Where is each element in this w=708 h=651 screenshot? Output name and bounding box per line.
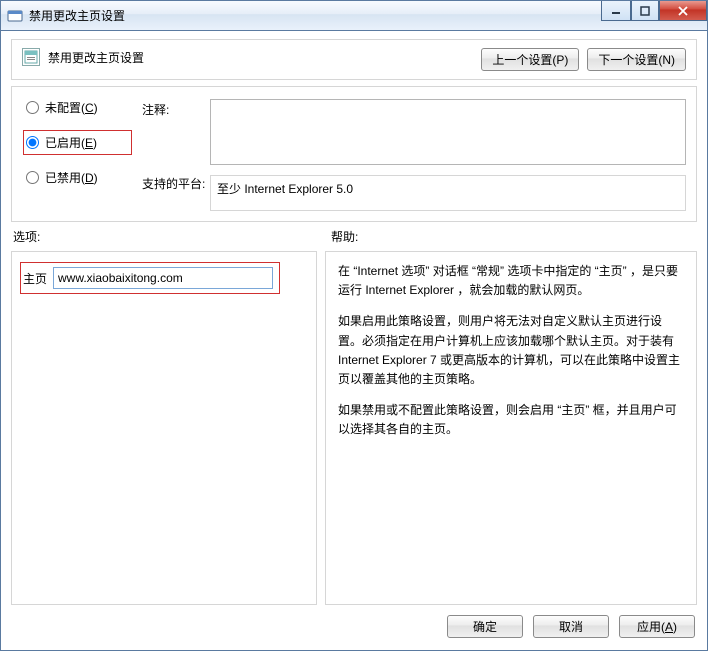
apply-label: 应用(A) <box>637 618 677 635</box>
nav-buttons: 上一个设置(P) 下一个设置(N) <box>481 48 686 71</box>
help-p1: 在 “Internet 选项” 对话框 “常规” 选项卡中指定的 “主页” ，是… <box>338 262 684 300</box>
header-left: 禁用更改主页设置 <box>22 48 144 66</box>
dialog-window: 禁用更改主页设置 禁用更改主页设置 上一个设置(P) 下一 <box>0 0 708 651</box>
header-panel: 禁用更改主页设置 上一个设置(P) 下一个设置(N) <box>11 39 697 80</box>
config-panel: 未配置(C) 已启用(E) 已禁用(D) 注释: <box>11 86 697 222</box>
window-controls <box>601 1 707 21</box>
minimize-icon <box>611 6 621 16</box>
policy-title: 禁用更改主页设置 <box>48 49 144 66</box>
prev-setting-label: 上一个设置(P) <box>492 51 568 68</box>
radio-not-configured[interactable]: 未配置(C) <box>26 99 132 116</box>
platform-value: 至少 Internet Explorer 5.0 <box>210 175 686 211</box>
section-labels: 选项: 帮助: <box>11 228 697 245</box>
next-setting-label: 下一个设置(N) <box>598 51 675 68</box>
radio-enabled-label: 已启用(E) <box>45 134 97 151</box>
highlight-enabled: 已启用(E) <box>23 130 132 155</box>
footer: 确定 取消 应用(A) <box>11 611 697 640</box>
close-icon <box>677 6 689 16</box>
policy-icon <box>22 48 40 66</box>
radio-group: 未配置(C) 已启用(E) 已禁用(D) <box>22 99 132 211</box>
comment-textarea[interactable] <box>210 99 686 165</box>
prev-setting-button[interactable]: 上一个设置(P) <box>481 48 579 71</box>
platform-row: 支持的平台: 至少 Internet Explorer 5.0 <box>142 175 686 211</box>
radio-not-configured-label: 未配置(C) <box>45 99 98 116</box>
highlight-homepage: 主页 <box>20 262 280 294</box>
options-label: 选项: <box>11 228 321 245</box>
radio-enabled-input[interactable] <box>26 136 39 149</box>
radio-not-configured-input[interactable] <box>26 101 39 114</box>
window-title: 禁用更改主页设置 <box>29 7 125 24</box>
maximize-icon <box>640 6 650 16</box>
homepage-option-row: 主页 <box>20 262 308 294</box>
config-right: 注释: 支持的平台: 至少 Internet Explorer 5.0 <box>142 99 686 211</box>
dialog-body: 禁用更改主页设置 上一个设置(P) 下一个设置(N) 未配置(C) 已启用(E) <box>1 31 707 650</box>
options-panel: 主页 <box>11 251 317 605</box>
radio-disabled-label: 已禁用(D) <box>45 169 98 186</box>
next-setting-button[interactable]: 下一个设置(N) <box>587 48 686 71</box>
radio-enabled[interactable]: 已启用(E) <box>26 134 97 151</box>
minimize-button[interactable] <box>601 1 631 21</box>
apply-button[interactable]: 应用(A) <box>619 615 695 638</box>
close-button[interactable] <box>659 1 707 21</box>
titlebar: 禁用更改主页设置 <box>1 1 707 31</box>
ok-button[interactable]: 确定 <box>447 615 523 638</box>
ok-label: 确定 <box>473 618 497 635</box>
help-p3: 如果禁用或不配置此策略设置，则会启用 “主页” 框，并且用户可以选择其各自的主页… <box>338 401 684 439</box>
comment-row: 注释: <box>142 99 686 165</box>
homepage-label: 主页 <box>23 270 47 287</box>
radio-disabled-input[interactable] <box>26 171 39 184</box>
cancel-button[interactable]: 取消 <box>533 615 609 638</box>
cancel-label: 取消 <box>559 618 583 635</box>
platform-label: 支持的平台: <box>142 175 202 192</box>
app-icon <box>7 8 23 24</box>
maximize-button[interactable] <box>631 1 659 21</box>
help-panel: 在 “Internet 选项” 对话框 “常规” 选项卡中指定的 “主页” ，是… <box>325 251 697 605</box>
help-label: 帮助: <box>331 228 697 245</box>
radio-disabled[interactable]: 已禁用(D) <box>26 169 132 186</box>
main-split: 主页 在 “Internet 选项” 对话框 “常规” 选项卡中指定的 “主页”… <box>11 251 697 605</box>
homepage-input[interactable] <box>53 267 273 289</box>
help-p2: 如果启用此策略设置，则用户将无法对自定义默认主页进行设置。必须指定在用户计算机上… <box>338 312 684 389</box>
comment-label: 注释: <box>142 99 202 165</box>
